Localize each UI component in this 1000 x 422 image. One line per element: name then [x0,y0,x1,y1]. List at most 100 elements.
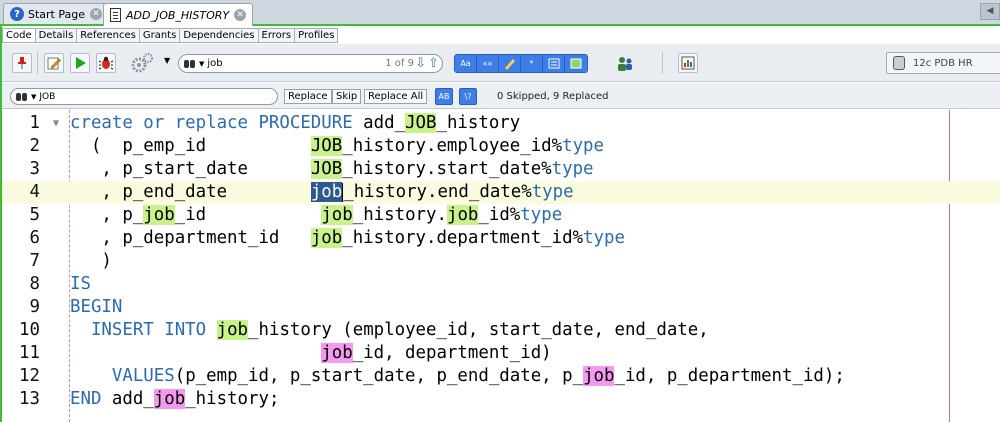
tab-start-page-label: Start Page [28,7,85,21]
people-icon[interactable] [615,54,635,74]
chevron-down-icon[interactable]: ▼ [31,93,36,101]
report-icon[interactable] [678,53,698,73]
chevron-down-icon[interactable]: ▼ [164,56,170,65]
code-line[interactable]: 10 INSERT INTO job_history (employee_id,… [2,319,1000,342]
match-case-button[interactable]: Aa [455,55,477,72]
search-match: job [143,205,175,225]
preserve-case-icon[interactable]: AB [435,88,453,105]
code-line[interactable]: 11 job_id, department_id) [2,342,1000,365]
tab-start-page[interactable]: ? Start Page ✕ [3,3,109,24]
code-line[interactable]: 6 , p_department_id job_history.departme… [2,227,1000,250]
code-token: , p_end_date [70,182,311,202]
next-match-arrow-icon[interactable]: ⇩ [415,56,426,71]
search-match: job [446,205,479,225]
regex-icon[interactable]: * [521,55,543,72]
code-token: _history.end_date% [343,182,532,202]
code-line[interactable]: 2 ( p_emp_id JOB_history.employee_id%typ… [2,135,1000,158]
search-input-value: job [207,58,223,69]
code-text: create or replace PROCEDURE add_JOB_hist… [70,112,520,135]
previous-match-arrow-icon[interactable]: ⇧ [428,56,439,71]
code-line[interactable]: 3 , p_start_date JOB_history.start_date%… [2,158,1000,181]
compile-gears-icon[interactable] [130,52,154,74]
code-line[interactable]: 1 ▼ create or replace PROCEDURE add_JOB_hi… [2,112,1000,135]
code-token: ) [70,251,112,271]
code-token: _id [174,205,322,225]
tab-references[interactable]: References [77,28,140,43]
line-number: 10 [19,320,40,340]
help-icon: ? [10,7,24,21]
search-options-group: Aa «» * [454,54,588,73]
pin-icon[interactable] [12,53,32,73]
close-icon[interactable]: ✕ [90,8,102,20]
line-number: 12 [19,366,40,386]
tab-add-job-history[interactable]: ADD_JOB_HISTORY ✕ [103,3,254,26]
close-icon[interactable]: ✕ [234,9,247,21]
code-line[interactable]: 13 END add_job_history; [2,388,1000,411]
code-line[interactable]: 7 ) [2,250,1000,273]
tab-details[interactable]: Details [35,28,78,43]
line-number: 5 [29,205,40,225]
line-number: 11 [19,343,40,363]
connection-label: 12c PDB HR [913,57,973,69]
search-match: job [321,343,353,363]
line-number: 3 [29,159,40,179]
code-token: _history.department_id% [342,228,584,248]
code-token: _history. [352,205,447,225]
line-number: 1 [29,113,40,133]
chevron-down-icon[interactable]: ▼ [199,60,204,68]
code-line[interactable]: 12 VALUES(p_emp_id, p_start_date, p_end_… [2,365,1000,388]
search-match: job [583,366,615,386]
search-match: job [321,205,353,225]
tab-code[interactable]: Code [2,28,36,43]
find-in-selection-icon[interactable] [543,55,565,72]
edit-pencil-icon[interactable] [44,53,64,73]
code-token: _id, p_department_id); [614,366,845,386]
code-line[interactable]: 9 BEGIN [2,296,1000,319]
replace-status: 0 Skipped, 9 Replaced [497,91,609,102]
procedure-file-icon [110,8,121,22]
tab-errors[interactable]: Errors [258,28,296,43]
code-token: , p_ [70,205,144,225]
tab-profiles[interactable]: Profiles [295,28,339,43]
code-line[interactable]: 5 , p_job_id job_history.job_id%type [2,204,1000,227]
fold-toggle-icon[interactable]: ▼ [53,112,59,135]
code-token: , p_start_date [70,159,311,179]
code-token: END [70,389,102,409]
replace-bar: ▼ JOB Replace Skip Replace All AB \? 0 S… [2,83,1000,109]
run-icon[interactable] [70,53,90,73]
code-text: VALUES(p_emp_id, p_start_date, p_end_dat… [70,365,845,388]
search-input[interactable]: ▼ job 1 of 9 ⇩ ⇧ [178,54,443,73]
code-token: ( p_emp_id [70,136,311,156]
wrap-search-icon[interactable] [565,55,587,72]
prompt-replace-icon[interactable]: \? [459,88,477,105]
whole-word-button[interactable]: «» [477,55,499,72]
connection-select[interactable]: 12c PDB HR [886,52,1000,74]
code-token: , p_department_id [70,228,311,248]
skip-button[interactable]: Skip [332,89,362,104]
binoculars-icon [183,59,197,69]
replace-button[interactable]: Replace [284,89,332,104]
code-token: IS [70,274,91,294]
tab-dependencies[interactable]: Dependencies [180,28,259,43]
line-number: 8 [29,274,40,294]
line-number: 4 [29,182,40,202]
replace-input[interactable]: ▼ JOB [10,88,278,105]
code-line[interactable]: 8 IS [2,273,1000,296]
code-token: type [583,228,625,248]
tab-scroll-left-icon[interactable]: ◀ [980,3,1000,20]
search-match: job [310,228,343,248]
code-text: BEGIN [70,296,122,319]
code-token: type [562,136,604,156]
debug-bug-icon[interactable] [96,53,116,73]
highlight-occurrences-icon[interactable] [499,55,521,72]
code-text: IS [70,273,91,296]
code-line[interactable]: 4 , p_end_date job_history.end_date%type [2,181,1000,204]
search-match: job [153,389,186,409]
replace-all-button[interactable]: Replace All [364,89,428,104]
binoculars-icon [15,92,29,102]
code-editor[interactable]: 1 ▼ create or replace PROCEDURE add_JOB_hi… [2,110,1000,422]
code-text: ) [70,250,112,273]
tab-grants[interactable]: Grants [139,28,181,43]
code-token: type [551,159,594,179]
